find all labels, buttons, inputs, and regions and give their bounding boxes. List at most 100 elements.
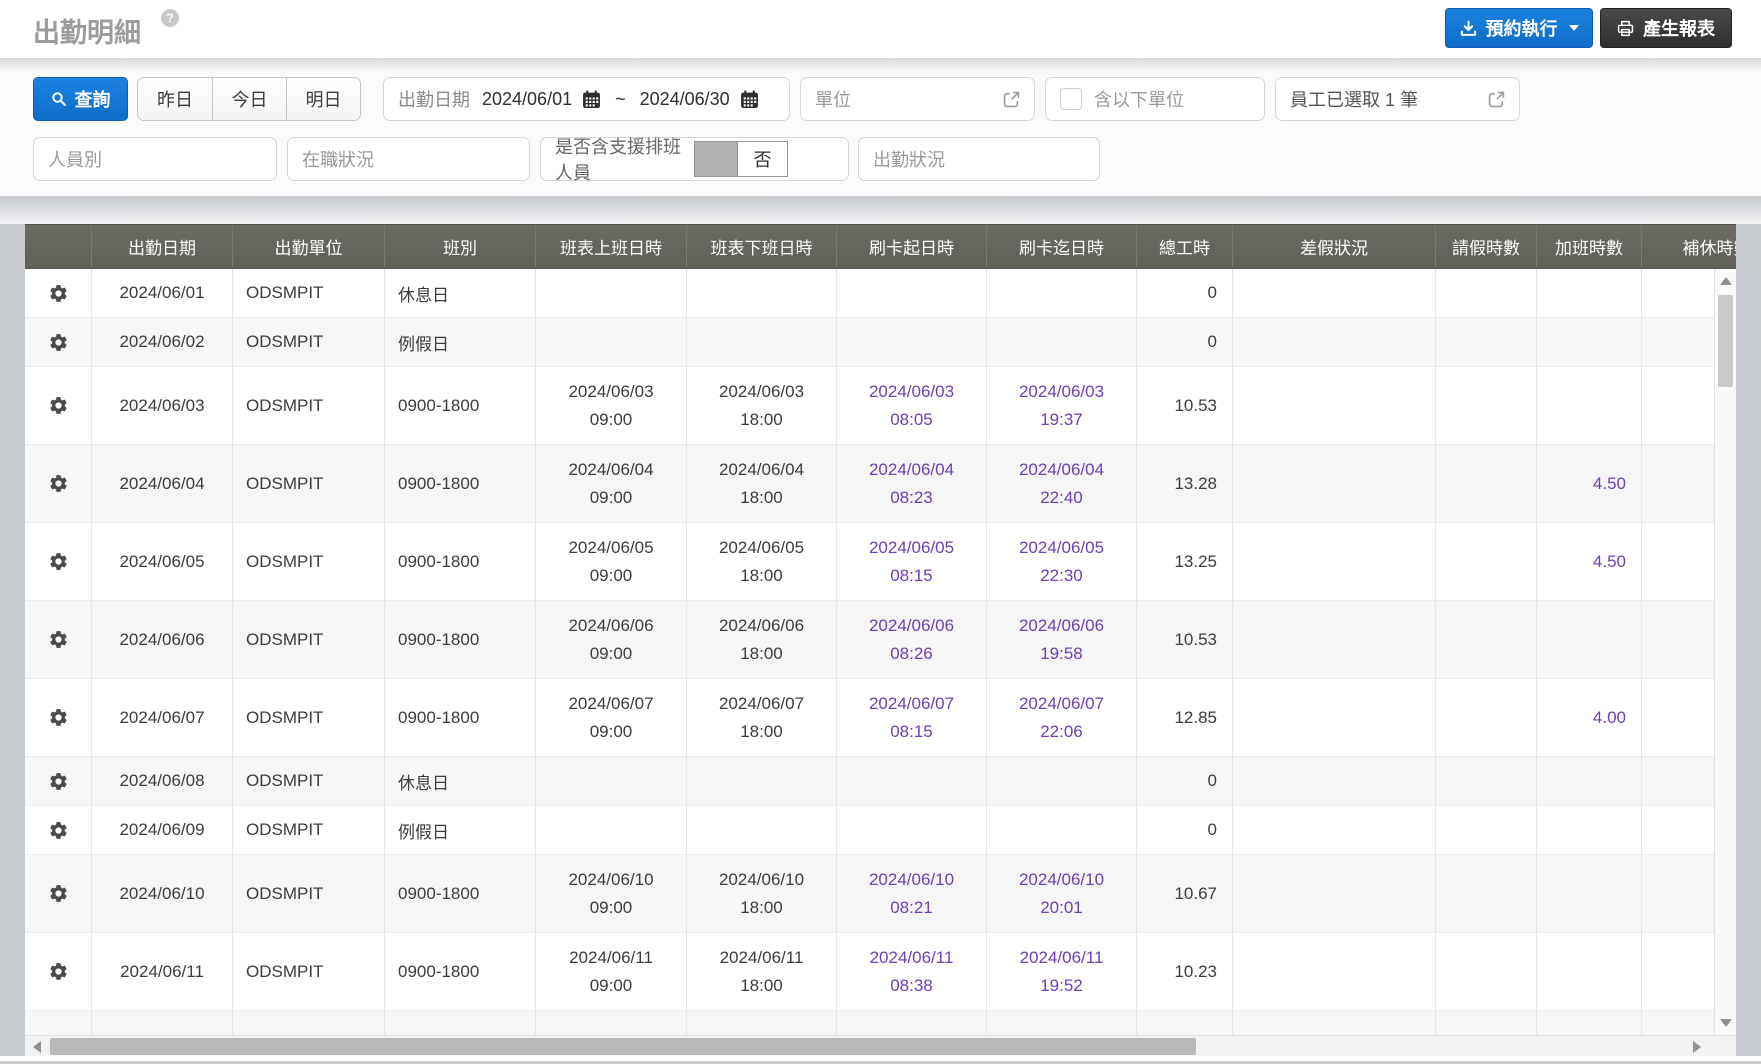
vertical-scrollbar[interactable] [1714,269,1736,1035]
card-swipe-out-link[interactable]: 2024/06/1020:01 [987,855,1137,933]
row-settings-cell[interactable] [25,933,92,1011]
calendar-icon[interactable] [740,90,759,109]
external-link-icon[interactable] [1003,91,1020,108]
card-swipe-in-link[interactable]: 2024/06/0308:05 [837,367,987,445]
card-swipe-in-link[interactable]: 2024/06/1008:21 [837,855,987,933]
row-settings-cell[interactable] [25,757,92,806]
card-swipe-out-link[interactable] [987,318,1137,367]
horizontal-scrollbar[interactable] [25,1035,1736,1056]
gear-icon[interactable] [48,707,69,728]
card-swipe-out-link[interactable] [987,269,1137,318]
row-settings-cell[interactable] [25,367,92,445]
card-swipe-out-link[interactable]: 2024/06/0619:58 [987,601,1137,679]
card-swipe-in-link[interactable]: 2024/06/0408:23 [837,445,987,523]
divider-gradient [0,58,1761,74]
overtime-hours-link[interactable] [1537,318,1642,367]
card-swipe-in-link[interactable]: 2024/06/0608:26 [837,601,987,679]
card-swipe-in-link[interactable]: 2024/06/0708:15 [837,679,987,757]
gear-icon[interactable] [48,961,69,982]
attendance-status-field[interactable]: 出勤狀況 [858,137,1100,181]
row-settings-cell[interactable] [25,806,92,855]
overtime-hours-link[interactable] [1537,933,1642,1011]
card-swipe-out-link[interactable]: 2024/06/1119:52 [987,933,1137,1011]
gear-icon[interactable] [48,820,69,841]
card-swipe-out-link[interactable]: 2024/06/0422:40 [987,445,1137,523]
external-link-icon[interactable] [1488,91,1505,108]
gear-icon[interactable] [48,395,69,416]
attendance-date-range-field[interactable]: 出勤日期 2024/06/01 ~ 2024/06/30 [383,77,790,121]
tomorrow-button[interactable]: 明日 [286,78,360,120]
attendance-date-cell: 2024/06/04 [92,445,233,523]
gear-icon[interactable] [48,283,69,304]
row-settings-cell[interactable] [25,523,92,601]
card-swipe-in-link[interactable]: 2024/06/1108:38 [837,933,987,1011]
scroll-left-arrow-icon[interactable] [33,1041,41,1053]
scroll-down-arrow-icon[interactable] [1720,1019,1732,1027]
unit-field[interactable]: 單位 [800,77,1035,121]
search-button[interactable]: 查詢 [33,77,128,121]
card-swipe-in-link[interactable]: 2024/06/0508:15 [837,523,987,601]
row-settings-cell[interactable] [25,855,92,933]
card-swipe-out-link[interactable]: 2024/06/0722:06 [987,679,1137,757]
attendance-date-cell: 2024/06/02 [92,318,233,367]
printer-icon [1617,20,1634,37]
support-shift-toggle[interactable]: 否 [694,141,788,177]
card-swipe-out-link[interactable]: 2024/06/0319:37 [987,367,1137,445]
overtime-hours-link[interactable] [1537,601,1642,679]
row-settings-cell[interactable] [25,679,92,757]
today-button[interactable]: 今日 [212,78,286,120]
row-settings-cell[interactable] [25,601,92,679]
horizontal-scrollbar-thumb[interactable] [50,1038,1196,1055]
card-swipe-out-link[interactable]: 2024/06/0522:30 [987,523,1137,601]
row-settings-cell[interactable] [25,269,92,318]
employment-status-field[interactable]: 在職狀況 [287,137,530,181]
scheduled-clock-in-cell: 2024/06/12 [536,1011,687,1035]
overtime-hours-link[interactable]: 4.50 [1537,445,1642,523]
card-swipe-in-link[interactable] [837,318,987,367]
overtime-hours-link[interactable] [1537,269,1642,318]
yesterday-button[interactable]: 昨日 [138,78,212,120]
overtime-hours-link[interactable]: 4.50 [1537,523,1642,601]
gear-icon[interactable] [48,332,69,353]
total-hours-cell [1137,1011,1233,1035]
card-swipe-in-link[interactable] [837,806,987,855]
row-settings-cell[interactable] [25,318,92,367]
card-swipe-out-link[interactable] [987,757,1137,806]
schedule-run-button[interactable]: 預約執行 [1445,8,1593,48]
overtime-hours-link[interactable] [1537,806,1642,855]
gear-icon[interactable] [48,473,69,494]
row-settings-cell[interactable] [25,1011,92,1035]
overtime-hours-link[interactable] [1537,757,1642,806]
include-subunits-checkbox[interactable] [1060,88,1082,110]
help-icon[interactable]: ? [161,9,179,27]
personnel-type-field[interactable]: 人員別 [33,137,277,181]
employee-selected-field[interactable]: 員工已選取 1 筆 [1275,77,1520,121]
card-swipe-out-link[interactable]: 2024/06/12 [987,1011,1137,1035]
row-settings-cell[interactable] [25,445,92,523]
column-header: 補休時數 [1642,225,1736,268]
scroll-up-arrow-icon[interactable] [1720,277,1732,285]
attendance-date-cell: 2024/06/08 [92,757,233,806]
card-swipe-in-link[interactable] [837,757,987,806]
vertical-scrollbar-thumb[interactable] [1718,295,1733,387]
gear-icon[interactable] [48,771,69,792]
card-swipe-in-link[interactable]: 2024/06/12 [837,1011,987,1035]
gear-icon[interactable] [48,629,69,650]
leave-hours-cell [1436,679,1537,757]
overtime-hours-link[interactable] [1537,1011,1642,1035]
gear-icon[interactable] [48,551,69,572]
scroll-right-arrow-icon[interactable] [1693,1041,1701,1053]
date-to-value[interactable]: 2024/06/30 [640,89,730,110]
gear-icon[interactable] [48,883,69,904]
overtime-hours-link[interactable]: 4.00 [1537,679,1642,757]
generate-report-button[interactable]: 產生報表 [1600,8,1732,48]
card-swipe-in-link[interactable] [837,269,987,318]
card-swipe-out-link[interactable] [987,806,1137,855]
calendar-icon[interactable] [582,90,601,109]
date-from-value[interactable]: 2024/06/01 [482,89,572,110]
overtime-hours-link[interactable] [1537,367,1642,445]
toggle-knob[interactable] [695,142,737,176]
attendance-date-cell: 2024/06/05 [92,523,233,601]
overtime-hours-link[interactable] [1537,855,1642,933]
include-subunits-field[interactable]: 含以下單位 [1045,77,1265,121]
